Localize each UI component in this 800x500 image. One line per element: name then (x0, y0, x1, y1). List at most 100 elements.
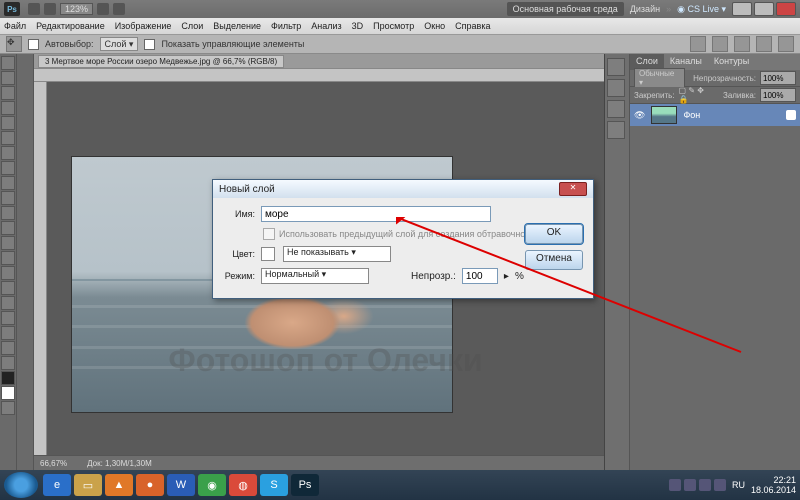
taskbar-firefox[interactable]: ● (136, 474, 164, 496)
pen-tool[interactable] (1, 266, 15, 280)
hand-tool[interactable] (1, 341, 15, 355)
align-icon[interactable] (756, 36, 772, 52)
start-button[interactable] (4, 472, 38, 498)
minimize-button[interactable] (732, 2, 752, 16)
menu-file[interactable]: Файл (4, 21, 26, 31)
menu-3d[interactable]: 3D (352, 21, 364, 31)
clipmask-checkbox[interactable] (263, 228, 275, 240)
menu-edit[interactable]: Редактирование (36, 21, 105, 31)
taskbar-chrome[interactable]: ◍ (229, 474, 257, 496)
status-doc: Док: 1,30M/1,30M (87, 459, 152, 468)
pct-label: % (515, 271, 524, 282)
status-zoom: 66,67% (40, 459, 67, 468)
ok-button[interactable]: OK (525, 224, 583, 244)
stamp-tool[interactable] (1, 176, 15, 190)
document-tab[interactable]: 3 Мертвое море России озеро Медвежье.jpg… (38, 55, 284, 68)
menu-window[interactable]: Окно (424, 21, 445, 31)
align-icon[interactable] (712, 36, 728, 52)
lock-icon (786, 110, 796, 120)
taskbar-skype[interactable]: S (260, 474, 288, 496)
tab-paths[interactable]: Контуры (708, 54, 755, 70)
eye-icon[interactable]: 👁 (634, 110, 645, 121)
layer-row[interactable]: 👁 Фон (630, 104, 800, 126)
eraser-tool[interactable] (1, 206, 15, 220)
opacity-input[interactable] (760, 71, 796, 85)
autoselect-combo[interactable]: Слой ▾ (100, 37, 139, 51)
close-button[interactable] (776, 2, 796, 16)
taskbar-ie[interactable]: e (43, 474, 71, 496)
menu-layers[interactable]: Слои (181, 21, 203, 31)
color-combo[interactable]: Не показывать ▾ (283, 246, 391, 262)
marquee-tool[interactable] (1, 71, 15, 85)
path-tool[interactable] (1, 296, 15, 310)
menu-image[interactable]: Изображение (115, 21, 172, 31)
panel-icon[interactable] (607, 121, 625, 139)
bg-color[interactable] (1, 386, 15, 400)
brush-tool[interactable] (1, 161, 15, 175)
tray-icon[interactable] (669, 479, 681, 491)
show-controls-label: Показать управляющие элементы (161, 39, 304, 49)
align-icon[interactable] (778, 36, 794, 52)
panel-icon[interactable] (607, 58, 625, 76)
zoom-combo[interactable]: 123% (60, 3, 93, 15)
align-icon[interactable] (734, 36, 750, 52)
autoselect-checkbox[interactable] (28, 39, 39, 50)
3d-tool[interactable] (1, 326, 15, 340)
tray-icon[interactable] (684, 479, 696, 491)
align-icon[interactable] (690, 36, 706, 52)
menu-filter[interactable]: Фильтр (271, 21, 301, 31)
taskbar-vlc[interactable]: ▲ (105, 474, 133, 496)
dodge-tool[interactable] (1, 251, 15, 265)
tray-icon[interactable] (699, 479, 711, 491)
minibridge-icon[interactable] (44, 3, 56, 15)
menu-view[interactable]: Просмотр (373, 21, 414, 31)
taskbar-app[interactable]: ◉ (198, 474, 226, 496)
fg-color[interactable] (1, 371, 15, 385)
menu-help[interactable]: Справка (455, 21, 490, 31)
show-controls-checkbox[interactable] (144, 39, 155, 50)
mode-combo[interactable]: Нормальный ▾ (261, 268, 369, 284)
opacity-input[interactable] (462, 268, 498, 284)
zoom-icon[interactable] (113, 3, 125, 15)
ruler-vertical (34, 82, 47, 455)
shape-tool[interactable] (1, 311, 15, 325)
hand-icon[interactable] (97, 3, 109, 15)
lang-indicator[interactable]: RU (732, 480, 745, 490)
cslive-button[interactable]: ◉ CS Live ▾ (677, 4, 726, 15)
maximize-button[interactable] (754, 2, 774, 16)
menu-analysis[interactable]: Анализ (311, 21, 341, 31)
cancel-button[interactable]: Отмена (525, 250, 583, 270)
tray-icon[interactable] (714, 479, 726, 491)
menu-select[interactable]: Выделение (213, 21, 261, 31)
name-input[interactable] (261, 206, 491, 222)
gradient-tool[interactable] (1, 221, 15, 235)
color-swatch (261, 247, 275, 261)
history-brush-tool[interactable] (1, 191, 15, 205)
blend-mode-combo[interactable]: Обычные ▾ (634, 68, 685, 88)
zoom-tool[interactable] (1, 356, 15, 370)
workspace-button[interactable]: Основная рабочая среда (507, 2, 624, 16)
panel-icon[interactable] (607, 100, 625, 118)
bridge-icon[interactable] (28, 3, 40, 15)
move-tool[interactable] (1, 56, 15, 70)
type-tool[interactable] (1, 281, 15, 295)
fill-label: Заливка: (723, 91, 756, 100)
healing-tool[interactable] (1, 146, 15, 160)
panel-icon[interactable] (607, 79, 625, 97)
crop-tool[interactable] (1, 116, 15, 130)
dialog-close-button[interactable]: ✕ (559, 182, 587, 196)
fill-input[interactable] (760, 88, 796, 102)
taskbar-photoshop[interactable]: Ps (291, 474, 319, 496)
panels-dock: Слои Каналы Контуры Обычные ▾ Непрозрачн… (604, 54, 800, 470)
lasso-tool[interactable] (1, 86, 15, 100)
design-label[interactable]: Дизайн (630, 4, 660, 14)
taskbar-word[interactable]: W (167, 474, 195, 496)
dialog-title: Новый слой (219, 184, 275, 195)
autoselect-label: Автовыбор: (45, 39, 94, 49)
wand-tool[interactable] (1, 101, 15, 115)
eyedropper-tool[interactable] (1, 131, 15, 145)
quickmask-tool[interactable] (1, 401, 15, 415)
taskbar-explorer[interactable]: ▭ (74, 474, 102, 496)
toolbox-left (0, 54, 17, 470)
blur-tool[interactable] (1, 236, 15, 250)
